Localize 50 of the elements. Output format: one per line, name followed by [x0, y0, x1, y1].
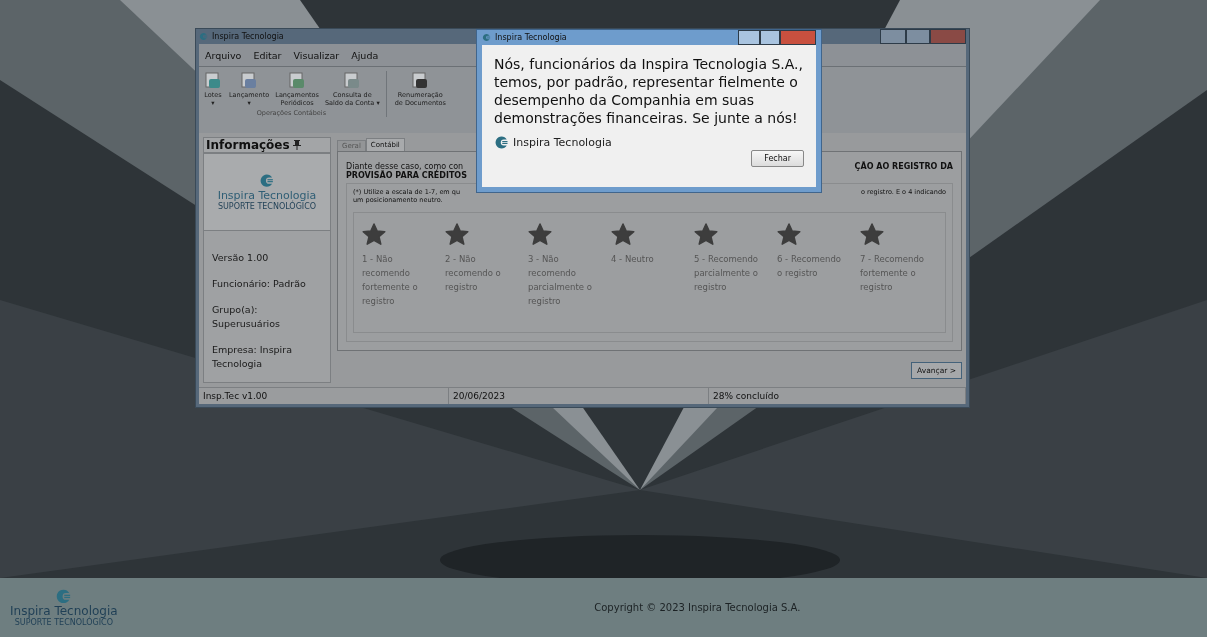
- maximize-button[interactable]: [760, 30, 780, 45]
- status-text: 28% concluído: [709, 388, 966, 404]
- menu-item[interactable]: Editar: [253, 49, 282, 61]
- pin-icon[interactable]: [292, 140, 301, 150]
- star-icon[interactable]: [694, 223, 718, 246]
- gear-logo-icon: [259, 173, 275, 189]
- logo-name: Inspira Tecnologia: [217, 188, 317, 202]
- copyright-text: Copyright © 2023 Inspira Tecnologia S.A.: [593, 602, 802, 613]
- option-label: 5 - Recomendo parcialmente o registro: [694, 253, 759, 294]
- info-text: Empresa: Inspira Tecnologia: [211, 343, 293, 371]
- question-text: ÇÃO AO REGISTRO DA: [854, 162, 953, 171]
- gear-logo-icon: [494, 135, 509, 150]
- minimize-button[interactable]: [738, 30, 760, 45]
- option-label: 7 - Recomendo fortemente o registro: [860, 253, 925, 294]
- gear-logo-icon: [55, 587, 73, 605]
- info-text: Funcionário: Padrão: [211, 277, 307, 291]
- info-text: Grupo(a): Superusuários: [211, 303, 281, 331]
- info-text: Versão 1.00: [211, 251, 270, 265]
- window-title: Inspira Tecnologia: [212, 32, 284, 41]
- close-dialog-button[interactable]: Fechar: [751, 150, 804, 167]
- option-label: 6 - Recomendo o registro: [777, 253, 842, 280]
- status-text: Insp.Tec v1.00: [199, 388, 449, 404]
- option-label: 2 - Não recomendo o registro: [445, 253, 502, 294]
- star-icon[interactable]: [777, 223, 801, 246]
- logo-tagline: SUPORTE TECNOLÓGICO: [217, 201, 317, 211]
- star-icon[interactable]: [362, 223, 386, 246]
- brand-name: Inspira Tecnologia: [513, 136, 612, 149]
- dialog-title: Inspira Tecnologia: [495, 33, 567, 42]
- gear-logo-icon: [199, 32, 208, 41]
- option-label: 1 - Não recomendo fortemente o registro: [362, 253, 419, 308]
- star-icon[interactable]: [860, 223, 884, 246]
- toolbar-document-icon: [203, 71, 223, 91]
- dialog-message: Nós, funcionários da Inspira Tecnologia S.A., temos, por padrão, representar fielmente o desempenho da Companhia em suas demonstrações financeiras. Se junte a nós!: [494, 55, 804, 127]
- option-label: 3 - Não recomendo parcialmente o registro: [528, 253, 593, 308]
- gear-logo-icon: [482, 33, 491, 42]
- logo-name: Inspira Tecnologia: [10, 604, 118, 619]
- question-text: PROVISÃO PARA CRÉDITOS: [346, 171, 467, 180]
- star-icon[interactable]: [445, 223, 469, 246]
- logo-tagline: SUPORTE TECNOLÓGICO: [14, 618, 113, 628]
- star-icon[interactable]: [611, 223, 635, 246]
- status-text: 20/06/2023: [449, 388, 709, 404]
- menu-item[interactable]: Visualizar: [293, 49, 340, 61]
- option-label: 4 - Neutro: [611, 253, 655, 266]
- minimize-button[interactable]: [880, 29, 906, 44]
- panel-title: Informações: [206, 138, 290, 152]
- star-icon[interactable]: [528, 223, 552, 246]
- menu-item[interactable]: Arquivo: [205, 49, 242, 61]
- maximize-button[interactable]: [906, 29, 930, 44]
- question-text: Diante desse caso, como con: [346, 162, 464, 171]
- menu-item[interactable]: Ajuda: [351, 49, 379, 61]
